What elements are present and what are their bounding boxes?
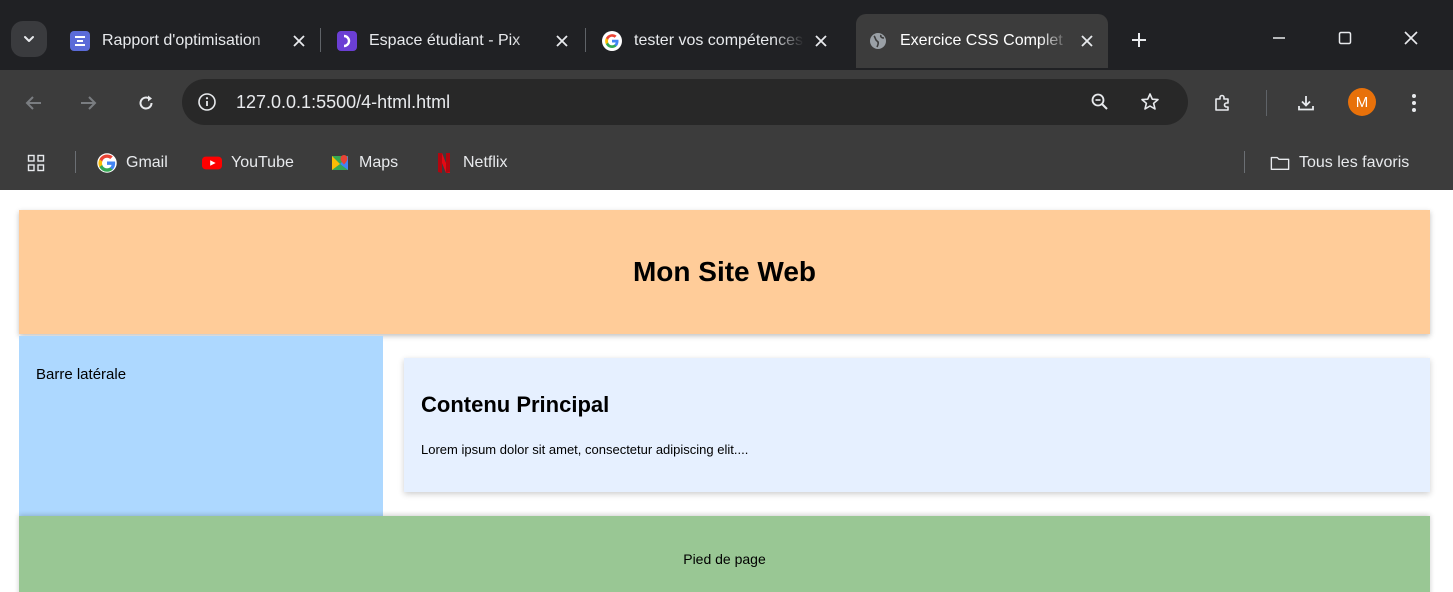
bookmark-label: Netflix (463, 154, 508, 171)
minimize-icon (1273, 37, 1285, 39)
bookmark-maps[interactable]: Maps (330, 149, 398, 177)
main-title: Contenu Principal (421, 392, 610, 417)
download-icon (1298, 96, 1314, 111)
footer-text: Pied de page (683, 551, 766, 567)
minimize-button[interactable] (1256, 18, 1302, 58)
main-paragraph: Lorem ipsum dolor sit amet, consectetur … (421, 442, 749, 457)
site-title: Mon Site Web (632, 256, 817, 287)
pix-icon (337, 31, 357, 51)
report-icon (70, 31, 90, 51)
url-text[interactable]: 127.0.0.1:5500/4-html.html (236, 92, 450, 113)
tab-exercice-css[interactable]: Exercice CSS Complet (856, 14, 1108, 68)
profile-avatar[interactable]: M (1348, 88, 1376, 116)
bookmarks-bar: Gmail YouTube Maps Netflix Tous les favo… (0, 136, 1453, 190)
extensions-button[interactable] (1206, 87, 1238, 119)
reload-button[interactable] (130, 87, 162, 119)
close-window-button[interactable] (1388, 18, 1434, 58)
plus-icon (1132, 33, 1146, 47)
youtube-icon (202, 153, 222, 173)
tab-espace-etudiant[interactable]: Espace étudiant - Pix (325, 14, 583, 68)
google-icon (602, 31, 622, 51)
zoom-icon[interactable] (1085, 87, 1115, 117)
tab-title: tester vos compétences (634, 32, 803, 49)
globe-icon (868, 31, 888, 51)
tab-separator (585, 28, 586, 52)
browser-menu-button[interactable] (1398, 87, 1430, 119)
maximize-button[interactable] (1322, 18, 1368, 58)
tab-tester-competences[interactable]: tester vos compétences (590, 14, 842, 68)
close-tab-icon[interactable] (286, 28, 312, 54)
site-header: Mon Site Web (19, 210, 1430, 334)
forward-button[interactable] (72, 87, 104, 119)
close-tab-icon[interactable] (549, 28, 575, 54)
star-icon[interactable] (1135, 87, 1165, 117)
tab-strip: Rapport d'optimisation Espace étudiant -… (0, 0, 1453, 70)
netflix-icon (434, 153, 454, 173)
tab-title: Exercice CSS Complet (900, 32, 1063, 49)
chevron-down-icon (24, 36, 34, 42)
arrow-right-icon (81, 96, 97, 110)
bookmark-netflix[interactable]: Netflix (434, 149, 507, 177)
bookmark-separator (1244, 151, 1245, 173)
main-content: Contenu Principal Lorem ipsum dolor sit … (404, 358, 1430, 492)
bookmark-youtube[interactable]: YouTube (202, 149, 294, 177)
tab-title: Espace étudiant - Pix (369, 32, 521, 49)
close-icon (1404, 31, 1418, 45)
site-footer: Pied de page (19, 516, 1430, 592)
folder-icon (1270, 153, 1290, 173)
bookmark-separator (75, 151, 76, 173)
navigation-toolbar: 127.0.0.1:5500/4-html.html M (0, 70, 1453, 136)
apps-grid-icon (26, 153, 46, 173)
google-icon (97, 153, 117, 173)
tab-separator (320, 28, 321, 52)
all-bookmarks-label: Tous les favoris (1299, 154, 1410, 171)
close-tab-icon[interactable] (808, 28, 834, 54)
browser-window: Rapport d'optimisation Espace étudiant -… (0, 0, 1453, 190)
puzzle-icon (1215, 94, 1229, 111)
tab-search-button[interactable] (11, 21, 47, 57)
all-bookmarks-button[interactable]: Tous les favoris (1270, 149, 1409, 177)
apps-button[interactable] (26, 149, 55, 177)
new-tab-button[interactable] (1123, 24, 1155, 56)
arrow-left-icon (25, 96, 41, 110)
page-viewport: Mon Site Web Barre latérale Contenu Prin… (0, 190, 1453, 592)
downloads-button[interactable] (1290, 87, 1322, 119)
kebab-menu-icon (1412, 94, 1416, 112)
site-info-icon[interactable] (194, 89, 220, 115)
toolbar-separator (1266, 90, 1267, 116)
sidebar: Barre latérale (19, 336, 383, 516)
bookmark-label: YouTube (231, 154, 294, 171)
reload-icon (139, 95, 153, 110)
bookmark-gmail[interactable]: Gmail (97, 149, 168, 177)
sidebar-text: Barre latérale (36, 366, 127, 383)
tab-rapport[interactable]: Rapport d'optimisation (58, 14, 320, 68)
tab-title: Rapport d'optimisation (102, 32, 261, 49)
maximize-icon (1338, 31, 1352, 45)
back-button[interactable] (18, 87, 50, 119)
close-tab-icon[interactable] (1074, 28, 1100, 54)
bookmark-label: Gmail (126, 154, 168, 171)
bookmark-label: Maps (359, 154, 399, 171)
maps-icon (330, 153, 350, 173)
address-bar[interactable]: 127.0.0.1:5500/4-html.html (182, 79, 1188, 125)
